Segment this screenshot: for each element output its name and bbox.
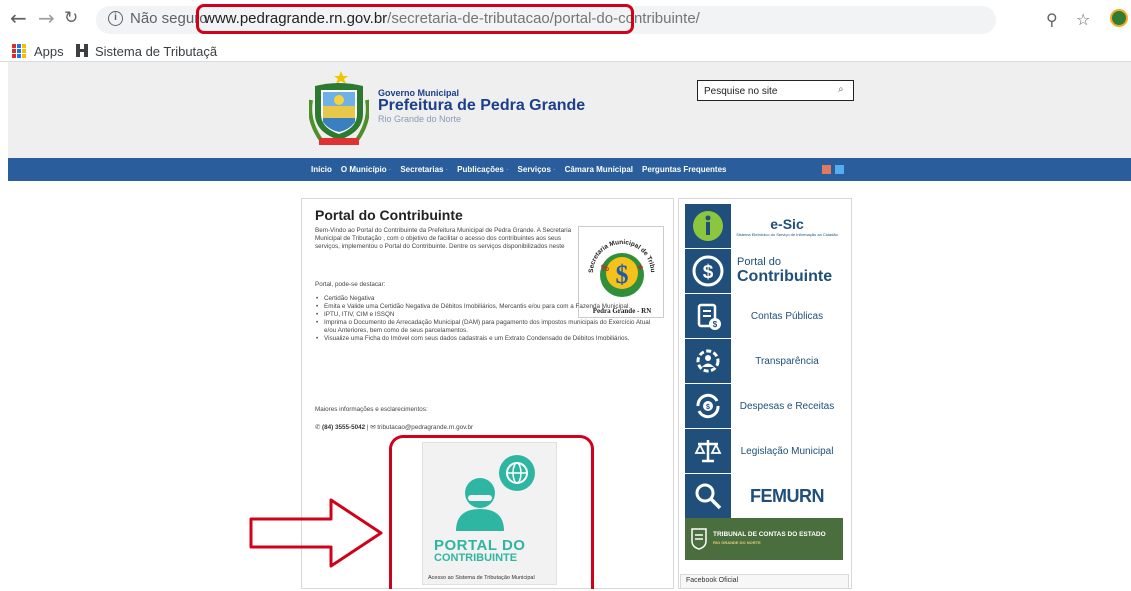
state-label: Rio Grande do Norte	[378, 114, 462, 124]
transparencia-label: Transparência	[755, 355, 819, 367]
magnifier-icon	[685, 474, 731, 518]
zoom-icon[interactable]: ⚲	[1046, 10, 1058, 29]
search-input[interactable]	[698, 82, 838, 101]
scales-icon	[685, 429, 731, 473]
nav-label: Perguntas Frequentes	[642, 165, 727, 174]
nav-label: Publicações	[457, 165, 504, 174]
highlight-label: Portal, pode-se destacar:	[315, 281, 386, 288]
banner-annotation-box	[389, 435, 594, 589]
sidebar-item-contas-publicas[interactable]: $ Contas Públicas	[685, 294, 843, 338]
esic-icon	[685, 204, 731, 248]
svg-text:$: $	[713, 320, 718, 329]
sistema-favicon-icon	[76, 44, 88, 57]
nav-label: Secretarias	[400, 165, 444, 174]
tce-title: TRIBUNAL DE CONTAS DO ESTADO	[713, 531, 826, 538]
svg-text:%: %	[601, 263, 609, 273]
svg-text:$: $	[703, 262, 714, 283]
femurn-label-group: FEMURN	[731, 486, 843, 507]
tce-shield-icon	[691, 528, 707, 550]
sidebar-item-femurn[interactable]: FEMURN	[685, 474, 843, 518]
nav-item-secretarias[interactable]: Secretarias ·	[400, 165, 448, 174]
contact-line: ✆ (84) 3555-5042 | ✉ tributacao@pedragra…	[315, 424, 474, 431]
twitter-icon[interactable]	[835, 165, 844, 174]
caret-icon: ·	[552, 165, 556, 174]
nav-label: Serviços	[517, 165, 551, 174]
intro-text: Bem-Vindo ao Portal do Contribuinte da P…	[315, 227, 572, 250]
esic-label-group: e-Sic Sistema Eletrônico do Serviço de I…	[731, 216, 843, 237]
phone-number: (84) 3555-5042	[322, 424, 366, 431]
nav-label: Câmara Municipal	[564, 165, 634, 174]
site-title[interactable]: Prefeitura de Pedra Grande	[378, 97, 585, 115]
contrib-small-label: Portal do	[737, 256, 782, 268]
svg-text:+: +	[637, 262, 643, 274]
nav-item-inicio[interactable]: Início	[311, 165, 332, 174]
legislacao-label: Legislação Municipal	[740, 445, 834, 457]
despesas-receitas-label: Despesas e Receitas	[739, 400, 835, 412]
info-icon[interactable]: i	[108, 11, 123, 26]
bookmark-sistema-tributacao[interactable]: Sistema de Tributaçã	[95, 44, 217, 59]
nav-item-servicos[interactable]: Serviços ·	[518, 165, 556, 174]
back-icon[interactable]: ←	[10, 8, 27, 28]
contrib-big-label: Contribuinte	[737, 268, 833, 285]
svg-text:$: $	[616, 260, 629, 289]
services-list: Certidão Negativa Emita e Valide uma Cer…	[315, 295, 655, 343]
sidebar-item-esic[interactable]: e-Sic Sistema Eletrônico do Serviço de I…	[685, 204, 843, 248]
more-info-label: Maiores informações e esclarecimentos:	[315, 406, 428, 413]
list-item: Emita e Valide uma Certidão Negativa de …	[315, 303, 655, 311]
social-icons	[822, 165, 844, 174]
star-icon[interactable]: ☆	[1076, 10, 1090, 29]
sidebar-item-legislacao[interactable]: Legislação Municipal	[685, 429, 843, 473]
url-annotation-box	[196, 4, 634, 34]
caret-icon: ·	[388, 165, 392, 174]
sidebar-item-transparencia[interactable]: Transparência	[685, 339, 843, 383]
apps-icon[interactable]	[12, 44, 26, 58]
forward-icon[interactable]: →	[38, 8, 55, 28]
esic-title: e-Sic	[770, 215, 804, 232]
tce-subtitle: RIO GRANDE DO NORTE	[713, 540, 761, 545]
nav-items: Início O Município · Secretarias · Publica…	[311, 165, 736, 174]
rss-icon[interactable]	[822, 165, 831, 174]
sidebar-item-despesas-receitas[interactable]: $ Despesas e Receitas	[685, 384, 843, 428]
cycle-money-icon: $	[685, 384, 731, 428]
email-link[interactable]: tributacao@pedragrande.rn.gov.br	[377, 424, 473, 431]
tce-banner[interactable]: TRIBUNAL DE CONTAS DO ESTADO RIO GRANDE …	[685, 518, 843, 560]
municipal-crest-icon[interactable]	[309, 70, 369, 146]
esic-subtitle: Sistema Eletrônico do Serviço de Informa…	[736, 231, 838, 237]
nav-item-municipio[interactable]: O Município ·	[341, 165, 391, 174]
contribuinte-label-group: Portal do Contribuinte	[731, 256, 843, 286]
annotation-arrow-icon	[249, 498, 383, 568]
reload-icon[interactable]: ↻	[64, 8, 78, 28]
phone-icon: ✆	[315, 424, 321, 431]
caret-icon: ·	[505, 165, 509, 174]
gear-people-icon	[685, 339, 731, 383]
facebook-label: Facebook Oficial	[686, 577, 739, 584]
dollar-icon: $	[685, 249, 731, 293]
document-money-icon: $	[685, 294, 731, 338]
contas-publicas-label: Contas Públicas	[750, 310, 824, 322]
site-search[interactable]: ⌕	[697, 80, 854, 101]
caret-icon: ·	[445, 165, 449, 174]
extension-icon[interactable]	[1110, 9, 1128, 27]
nav-item-camara[interactable]: Câmara Municipal	[565, 165, 633, 174]
list-item: Imprima o Documento de Arrecadação Munic…	[315, 319, 655, 335]
nav-label: Início	[311, 165, 332, 174]
page-title: Portal do Contribuinte	[315, 207, 463, 223]
list-item: IPTU, ITIV, CIM e ISSQN	[315, 311, 655, 319]
femurn-logo-text: FEMURN	[750, 485, 825, 506]
bookmark-apps[interactable]: Apps	[34, 44, 64, 59]
list-item: Visualize uma Ficha do Imóvel com seus d…	[315, 335, 655, 343]
search-icon[interactable]: ⌕	[838, 84, 844, 95]
email-icon: ✉	[370, 424, 376, 431]
tce-label-group: TRIBUNAL DE CONTAS DO ESTADO RIO GRANDE …	[713, 531, 826, 547]
svg-text:$: $	[706, 404, 710, 411]
nav-item-publicacoes[interactable]: Publicações ·	[457, 165, 508, 174]
list-item: Certidão Negativa	[315, 295, 655, 303]
nav-label: O Município	[340, 165, 387, 174]
sidebar-item-portal-contribuinte[interactable]: $ Portal do Contribuinte	[685, 249, 843, 293]
nav-item-perguntas[interactable]: Perguntas Frequentes	[642, 165, 726, 174]
